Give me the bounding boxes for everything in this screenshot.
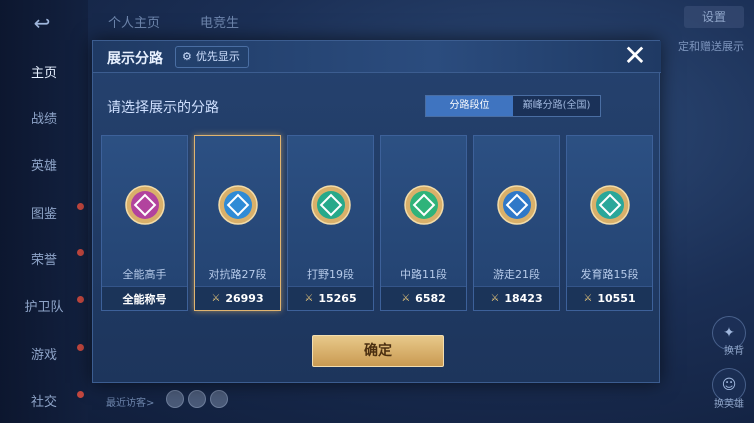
lane-card-label: 游走21段 <box>493 268 540 281</box>
lane-card-value: ⚔ 26993 <box>195 286 280 310</box>
lane-card[interactable]: 游走21段 ⚔ 18423 <box>473 135 560 311</box>
lane-card-label: 打野19段 <box>307 268 354 281</box>
score-icon: ⚔ <box>490 293 500 304</box>
sidebar-item-label: 图鉴 <box>30 207 57 222</box>
recent-visitors-label[interactable]: 最近访客> <box>106 394 154 409</box>
lane-card-score: 26993 <box>225 292 264 305</box>
sidebar-item[interactable]: 战绩 <box>0 108 88 132</box>
priority-display-button[interactable]: ⚙ 优先显示 <box>175 46 249 68</box>
lane-card[interactable]: 中路11段 ⚔ 6582 <box>380 135 467 311</box>
sidebar-item-label: 英雄 <box>30 159 57 174</box>
lane-card-label: 中路11段 <box>400 268 447 281</box>
dialog-subtitle: 请选择展示的分路 <box>107 100 219 116</box>
sidebar-item-label: 游戏 <box>30 348 57 363</box>
sidebar-item[interactable]: 荣誉 <box>0 249 88 273</box>
notification-dot <box>77 203 84 210</box>
background-sidebar: ↩ 主页战绩英雄图鉴荣誉护卫队游戏社交 <box>0 0 88 423</box>
sidebar-item-label: 荣誉 <box>30 253 57 268</box>
change-hero-label: 换英雄 <box>714 399 744 410</box>
change-background-label: 换背 <box>724 346 744 357</box>
toggle-peak-lane[interactable]: 巅峰分路(全国) <box>513 96 600 116</box>
dialog-header: 展示分路 ⚙ 优先显示 <box>93 41 661 73</box>
lane-card-score: 18423 <box>504 292 543 305</box>
sidebar-item[interactable]: 主页 <box>0 62 88 86</box>
lane-card[interactable]: 全能高手 全能称号 <box>101 135 188 311</box>
lane-card-value: ⚔ 6582 <box>381 286 466 310</box>
lane-card-score: 6582 <box>415 292 446 305</box>
lane-badge-icon <box>218 185 258 225</box>
lane-card-value: ⚔ 18423 <box>474 286 559 310</box>
lane-mode-toggle: 分路段位 巅峰分路(全国) <box>425 95 601 117</box>
lane-card-label: 全能高手 <box>122 268 167 281</box>
avatar[interactable] <box>166 390 184 408</box>
score-icon: ⚔ <box>401 293 411 304</box>
avatar[interactable] <box>188 390 206 408</box>
avatar[interactable] <box>210 390 228 408</box>
lane-card-value: 全能称号 <box>102 286 187 310</box>
lane-display-dialog: 展示分路 ⚙ 优先显示 请选择展示的分路 分路段位 巅峰分路(全国) 全能高手全… <box>92 40 661 383</box>
sidebar-item-label: 战绩 <box>30 112 57 127</box>
score-icon: ⚔ <box>583 293 593 304</box>
close-icon[interactable]: ✕ <box>620 42 650 72</box>
lane-badge-icon <box>125 185 165 225</box>
lane-card-score: 15265 <box>318 292 357 305</box>
score-icon: ⚔ <box>211 293 221 304</box>
tab-esports[interactable]: 电竞生 <box>200 12 239 31</box>
tab-personal-home[interactable]: 个人主页 <box>108 12 160 31</box>
lane-badge-icon <box>311 185 351 225</box>
lane-card[interactable]: 发育路15段 ⚔ 10551 <box>566 135 653 311</box>
lane-card-label: 对抗路27段 <box>208 268 267 281</box>
lane-card-score: 10551 <box>597 292 636 305</box>
notification-dot <box>77 296 84 303</box>
lane-card-value: ⚔ 15265 <box>288 286 373 310</box>
priority-display-label: 优先显示 <box>195 50 240 63</box>
sidebar-item-label: 护卫队 <box>24 300 64 315</box>
sidebar-item[interactable]: 护卫队 <box>0 296 88 320</box>
lane-card-value: ⚔ 10551 <box>567 286 652 310</box>
confirm-button[interactable]: 确定 <box>312 335 444 367</box>
sidebar-item[interactable]: 英雄 <box>0 155 88 179</box>
toggle-lane-rank[interactable]: 分路段位 <box>426 96 513 116</box>
lane-badge-icon <box>404 185 444 225</box>
lane-card-score: 全能称号 <box>122 292 167 306</box>
lane-badge-icon <box>497 185 537 225</box>
lane-card-list: 全能高手 全能称号 对抗路27段 ⚔ 26993 打野19段 ⚔ 15265 中路11段 ⚔ 658… <box>101 135 653 313</box>
lane-badge-icon <box>590 185 630 225</box>
score-icon: ⚔ <box>304 293 314 304</box>
sidebar-item[interactable]: 社交 <box>0 391 88 415</box>
notification-dot <box>77 344 84 351</box>
sidebar-item-label: 社交 <box>30 395 57 410</box>
gift-display-text: 定和赠送展示 <box>678 40 744 53</box>
notification-dot <box>77 249 84 256</box>
gear-icon: ⚙ <box>182 50 192 63</box>
sidebar-item-label: 主页 <box>30 66 57 81</box>
lane-card[interactable]: 对抗路27段 ⚔ 26993 <box>194 135 281 311</box>
settings-button[interactable]: 设置 <box>684 6 744 28</box>
sidebar-item[interactable]: 图鉴 <box>0 203 88 227</box>
back-arrow-icon[interactable]: ↩ <box>22 12 62 34</box>
sidebar-item[interactable]: 游戏 <box>0 344 88 368</box>
notification-dot <box>77 391 84 398</box>
lane-card[interactable]: 打野19段 ⚔ 15265 <box>287 135 374 311</box>
dialog-title: 展示分路 <box>107 51 163 67</box>
lane-card-label: 发育路15段 <box>580 268 639 281</box>
